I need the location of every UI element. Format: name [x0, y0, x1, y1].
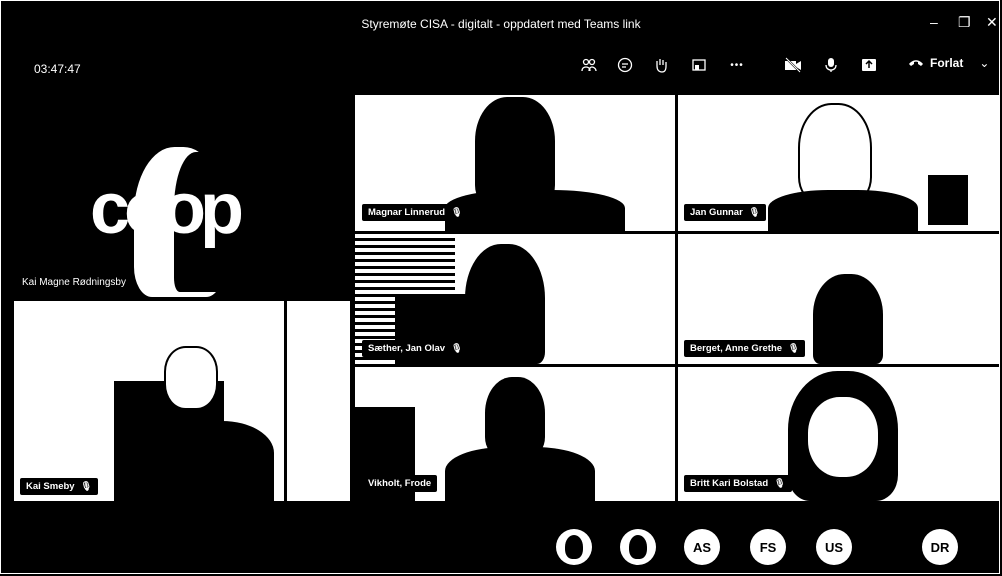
participant-name: Jan Gunnar — [690, 207, 743, 218]
mic-muted-icon: 🎙 — [748, 207, 761, 217]
participant-name: Vikholt, Frode — [368, 478, 432, 489]
mic-muted-icon: 🎙 — [80, 481, 93, 491]
leave-button[interactable]: Forlat ⌄ — [908, 56, 989, 70]
participant-label: Sæther, Jan Olav 🎙 — [362, 340, 469, 357]
overflow-avatar[interactable]: FS — [750, 529, 786, 565]
participant-name: Kai Smeby — [26, 481, 75, 492]
phone-hangup-icon — [909, 60, 923, 66]
mic-muted-icon: 🎙 — [451, 343, 463, 353]
raise-hand-icon — [656, 59, 667, 73]
spotlight-name: Kai Magne Rødningsby — [22, 277, 126, 288]
coop-logo: coop — [90, 169, 244, 249]
participant-label: Jan Gunnar 🎙 — [684, 204, 767, 221]
participant-name: Britt Kari Bolstad — [690, 478, 769, 489]
overflow-avatar[interactable]: US — [816, 529, 852, 565]
participant-name: Magnar Linnerud — [368, 207, 446, 218]
share-screen-icon[interactable] — [860, 56, 878, 74]
participants-icon[interactable] — [580, 56, 598, 74]
participant-name: Berget, Anne Grethe — [690, 343, 783, 354]
title-bar: Styremøte CISA - digitalt - oppdatert me… — [0, 0, 1002, 44]
overflow-avatar-photo[interactable] — [556, 529, 592, 565]
leave-label: Forlat — [930, 56, 964, 70]
meeting-timer: 03:47:47 — [34, 62, 81, 76]
mic-icon — [825, 58, 837, 72]
chat-icon[interactable] — [616, 56, 634, 74]
overflow-avatar[interactable]: AS — [684, 529, 720, 565]
breakout-rooms-icon — [692, 59, 706, 71]
close-button[interactable]: ✕ — [986, 14, 998, 31]
overflow-avatar[interactable]: DR — [922, 529, 958, 565]
camera-off-icon[interactable] — [784, 56, 802, 74]
participant-label: Vikholt, Frode — [362, 475, 438, 492]
participant-name: Sæther, Jan Olav — [368, 343, 446, 354]
chat-bubble-icon — [617, 57, 633, 73]
more-options-icon[interactable]: ••• — [728, 56, 746, 74]
video-off-icon — [785, 57, 801, 73]
avatar-face-icon — [565, 535, 583, 559]
participant-label: Britt Kari Bolstad 🎙 — [684, 475, 792, 492]
avatar-face-icon — [629, 535, 647, 559]
participant-label: Berget, Anne Grethe 🎙 — [684, 340, 806, 357]
mic-muted-icon: 🎙 — [774, 478, 786, 488]
mic-muted-icon: 🎙 — [788, 343, 800, 353]
people-icon — [581, 58, 597, 72]
rooms-icon[interactable] — [690, 56, 708, 74]
window-title: Styremøte CISA - digitalt - oppdatert me… — [361, 17, 641, 31]
participant-label: Kai Smeby 🎙 — [20, 478, 99, 495]
reactions-icon[interactable] — [652, 56, 670, 74]
minimize-button[interactable]: – — [930, 14, 938, 30]
share-tray-icon — [862, 59, 876, 71]
mic-muted-icon: 🎙 — [451, 207, 463, 217]
microphone-icon[interactable] — [822, 56, 840, 74]
overflow-avatar-photo[interactable] — [620, 529, 656, 565]
restore-button[interactable]: ❐ — [958, 14, 971, 31]
participant-label: Magnar Linnerud 🎙 — [362, 204, 469, 221]
video-tile-kai-smeby[interactable] — [14, 301, 350, 501]
leave-chevron-icon[interactable]: ⌄ — [979, 56, 989, 70]
